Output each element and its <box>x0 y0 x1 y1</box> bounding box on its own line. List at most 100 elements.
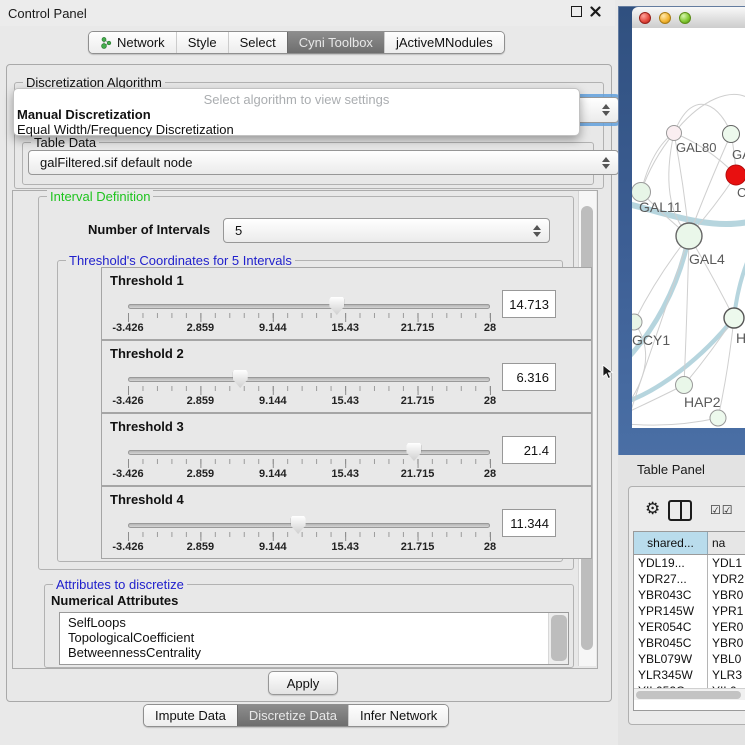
threshold-2-value-field[interactable]: 6.316 <box>502 363 556 391</box>
number-of-intervals-label: Number of Intervals <box>88 222 210 237</box>
node-gal80[interactable] <box>667 126 682 141</box>
node-gal4[interactable] <box>676 223 702 249</box>
cell-shared-name[interactable]: YBR045C <box>634 635 708 651</box>
node-label-partial-h: H <box>736 330 745 346</box>
cell-shared-name[interactable]: YDL19... <box>634 555 708 571</box>
threshold-4-value-field[interactable]: 11.344 <box>502 509 556 537</box>
node-selected-red[interactable] <box>726 165 745 185</box>
threshold-4-slider[interactable] <box>128 523 490 528</box>
tab-discretize-data[interactable]: Discretize Data <box>237 705 348 726</box>
tab-select[interactable]: Select <box>228 32 287 53</box>
cell-name[interactable]: YPR1 <box>708 603 745 619</box>
threshold-1-slider[interactable] <box>128 304 490 309</box>
network-icon <box>100 36 112 49</box>
column-header-shared-name[interactable]: shared... <box>634 532 708 554</box>
table-row[interactable]: YDR27...YDR2 <box>634 571 745 587</box>
node-hap2[interactable] <box>676 377 693 394</box>
popup-placeholder-item[interactable]: Select algorithm to view settings <box>14 89 579 107</box>
table-row[interactable]: YLR345WYLR3 <box>634 667 745 683</box>
tab-infer-network[interactable]: Infer Network <box>348 705 448 726</box>
node-label-gal4: GAL4 <box>689 251 725 267</box>
zoom-traffic-light[interactable] <box>679 12 691 24</box>
interval-definition-label: Interval Definition <box>47 189 153 204</box>
horizontal-scrollbar[interactable] <box>634 688 745 700</box>
threshold-2-slider[interactable] <box>128 377 490 382</box>
numerical-attributes-label: Numerical Attributes <box>51 593 178 608</box>
close-traffic-light[interactable] <box>639 12 651 24</box>
column-header-name[interactable]: na <box>708 532 745 554</box>
network-window-titlebar[interactable] <box>632 7 745 29</box>
numerical-attributes-list[interactable]: SelfLoops TopologicalCoefficient Between… <box>59 612 569 665</box>
list-scrollbar-thumb[interactable] <box>551 615 567 661</box>
close-icon[interactable] <box>590 6 601 17</box>
screen: Control Panel Network Style Select Cyni … <box>0 0 745 745</box>
cell-name[interactable]: YDR2 <box>708 571 745 587</box>
cell-name[interactable]: YBR0 <box>708 587 745 603</box>
node-label-gal11: GAL11 <box>639 199 682 215</box>
tab-jactivemnodules[interactable]: jActiveMNodules <box>384 32 504 53</box>
table-row[interactable]: YBR043CYBR0 <box>634 587 745 603</box>
cell-shared-name[interactable]: YBL079W <box>634 651 708 667</box>
apply-button[interactable]: Apply <box>268 671 338 695</box>
list-scrollbar[interactable] <box>548 613 568 664</box>
node-partial-bottom[interactable] <box>710 410 726 426</box>
threshold-3-slider[interactable] <box>128 450 490 455</box>
slider-ticks <box>128 386 490 395</box>
threshold-1-value-field[interactable]: 14.713 <box>502 290 556 318</box>
popup-option-equal-width[interactable]: Equal Width/Frequency Discretization <box>14 122 579 137</box>
tick-label: 9.144 <box>259 468 287 480</box>
attributes-group-label: Attributes to discretize <box>53 577 187 592</box>
cell-shared-name[interactable]: YLR345W <box>634 667 708 683</box>
table-row[interactable]: YER054CYER0 <box>634 619 745 635</box>
threshold-panel-1: Threshold 1 -3.426 2.859 9.144 15.43 21.… <box>101 267 592 340</box>
list-item[interactable]: TopologicalCoefficient <box>60 630 568 645</box>
tab-impute-data-label: Impute Data <box>155 708 226 723</box>
table-row[interactable]: YPR145WYPR1 <box>634 603 745 619</box>
tick-label: -3.426 <box>112 541 143 553</box>
cell-shared-name[interactable]: YER054C <box>634 619 708 635</box>
popup-option-manual-discretization[interactable]: Manual Discretization <box>14 107 579 122</box>
node-label-gcy1: GCY1 <box>632 332 670 348</box>
slider-ticks <box>128 532 490 541</box>
tick-label: 2.859 <box>187 395 215 407</box>
tab-cyni-toolbox-label: Cyni Toolbox <box>299 35 373 50</box>
tab-style[interactable]: Style <box>176 32 228 53</box>
threshold-3-value-field[interactable]: 21.4 <box>502 436 556 464</box>
cell-name[interactable]: YBR0 <box>708 635 745 651</box>
threshold-4-label: Threshold 4 <box>110 492 184 507</box>
horizontal-scrollbar-thumb[interactable] <box>636 691 741 699</box>
cell-name[interactable]: YER0 <box>708 619 745 635</box>
cell-name[interactable]: YDL1 <box>708 555 745 571</box>
tab-impute-data[interactable]: Impute Data <box>144 705 237 726</box>
control-panel-titlebar: Control Panel <box>0 0 615 26</box>
table-row[interactable]: YBR045CYBR0 <box>634 635 745 651</box>
list-item[interactable]: BetweennessCentrality <box>60 645 568 660</box>
mouse-cursor <box>602 364 614 380</box>
cell-shared-name[interactable]: YBR043C <box>634 587 708 603</box>
table-row[interactable]: YBL079WYBL0 <box>634 651 745 667</box>
tab-discretize-data-label: Discretize Data <box>249 708 337 723</box>
minimize-traffic-light[interactable] <box>659 12 671 24</box>
network-view[interactable]: GAL80 GA C GAL11 GAL4 GCY1 H HAP2 <box>632 28 745 428</box>
tab-cyni-toolbox[interactable]: Cyni Toolbox <box>287 32 384 53</box>
tab-network[interactable]: Network <box>89 32 176 53</box>
cell-shared-name[interactable]: YDR27... <box>634 571 708 587</box>
float-window-icon[interactable] <box>571 6 582 17</box>
list-item[interactable]: SelfLoops <box>60 613 568 630</box>
checkbox-filter-icons[interactable]: ☑☑ <box>710 503 734 517</box>
table-data-combo[interactable]: galFiltered.sif default node <box>28 150 619 175</box>
node-table[interactable]: shared... na YDL19...YDL1 YDR27...YDR2 Y… <box>633 531 745 711</box>
gear-icon[interactable]: ⚙ <box>645 500 660 517</box>
node-gcy1[interactable] <box>632 314 642 330</box>
node-h[interactable] <box>724 308 744 328</box>
cell-name[interactable]: YLR3 <box>708 667 745 683</box>
network-graph: GAL80 GA C GAL11 GAL4 GCY1 H HAP2 <box>632 28 745 428</box>
tick-label: 15.43 <box>331 468 359 480</box>
cell-shared-name[interactable]: YPR145W <box>634 603 708 619</box>
cell-name[interactable]: YBL0 <box>708 651 745 667</box>
node-partial-top-right[interactable] <box>723 126 740 143</box>
number-of-intervals-spinner[interactable]: 5 <box>223 218 550 243</box>
table-data-label: Table Data <box>31 135 99 150</box>
table-row[interactable]: YDL19...YDL1 <box>634 555 745 571</box>
column-view-icon[interactable] <box>668 500 692 521</box>
